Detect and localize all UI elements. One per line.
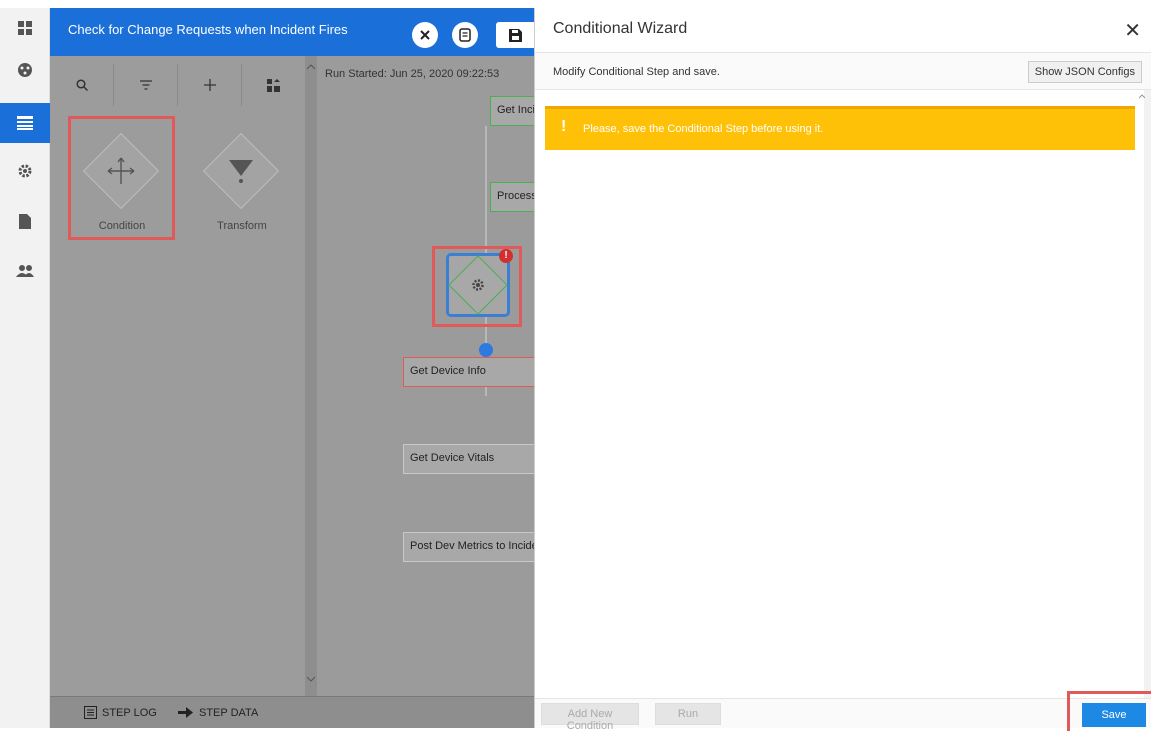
funnel-icon [229,160,253,183]
warning-alert: ! Please, save the Conditional Step befo… [545,106,1135,150]
workflows-icon[interactable] [0,103,50,143]
close-icon[interactable]: ✕ [1124,18,1141,43]
palette-toolbar [50,64,305,106]
layout-button[interactable] [242,64,305,106]
wizard-subheader: Modify Conditional Step and save. Show J… [535,52,1151,90]
close-workflow-button[interactable] [412,22,438,48]
wizard-subtitle: Modify Conditional Step and save. [553,66,720,78]
step-label: Post Dev Metrics to Incident [410,540,543,552]
run-button[interactable]: Run [655,703,721,725]
sign-out-icon [178,707,193,718]
list-icon [84,706,97,719]
step-data-button[interactable]: STEP DATA [178,706,258,719]
step-get-device-vitals[interactable]: Get Device Vitals [403,444,543,474]
filter-icon [139,80,152,90]
palette-scrollbar[interactable] [305,56,317,696]
show-json-configs-button[interactable]: Show JSON Configs [1027,61,1142,83]
document-icon[interactable] [0,201,50,241]
close-icon [420,30,430,40]
search-button[interactable] [50,64,114,106]
workflow-titlebar: Check for Change Requests when Incident … [50,8,534,56]
filter-button[interactable] [114,64,178,106]
step-label: Get Device Vitals [410,452,495,464]
step-data-label: STEP DATA [199,706,259,719]
dashboard-icon[interactable] [0,8,50,48]
palette-item-label: Transform [217,220,267,232]
highlight-save-button [1067,691,1151,731]
run-started-text: Run Started: Jun 25, 2020 09:22:53 [325,68,500,80]
integrations-icon[interactable] [0,50,50,90]
error-badge: ! [499,249,513,263]
plus-icon [203,79,216,91]
conditional-wizard-panel: Conditional Wizard ✕ Modify Conditional … [534,8,1151,732]
document-icon [459,28,471,42]
palette-item-transform[interactable]: Transform [190,120,294,240]
add-new-condition-button[interactable]: Add New Condition [541,703,639,732]
wizard-title: Conditional Wizard [553,20,688,37]
settings-icon[interactable] [0,151,50,191]
step-log-label: STEP LOG [102,706,157,719]
chevron-down-icon [307,676,315,682]
step-log-button[interactable]: STEP LOG [84,706,157,719]
wizard-body: ! Please, save the Conditional Step befo… [535,90,1151,700]
workflow-canvas[interactable]: Run Started: Jun 25, 2020 09:22:53 Get I… [317,56,630,696]
add-button[interactable] [178,64,242,106]
notes-button[interactable] [452,22,478,48]
step-post-dev-metrics[interactable]: Post Dev Metrics to Incident [403,532,543,562]
highlight-condition-item [68,116,175,240]
step-label: Get Device Info [410,365,486,377]
workflow-title: Check for Change Requests when Incident … [68,22,348,37]
chevron-up-icon [307,64,315,70]
chevron-up-icon [1139,94,1145,99]
warning-message: Please, save the Conditional Step before… [583,123,824,135]
floppy-disk-icon [508,28,522,42]
users-icon[interactable] [0,251,50,291]
grid-icon [267,78,280,92]
step-get-device-info[interactable]: Get Device Info [403,357,543,387]
search-icon [75,79,88,91]
save-workflow-button[interactable] [496,22,534,48]
wizard-footer: Add New Condition Run Save [535,691,1151,732]
connection-anchor[interactable] [479,343,493,357]
left-nav [0,8,50,728]
bottom-bar: STEP LOG STEP DATA [50,696,534,728]
warning-icon: ! [561,118,567,135]
